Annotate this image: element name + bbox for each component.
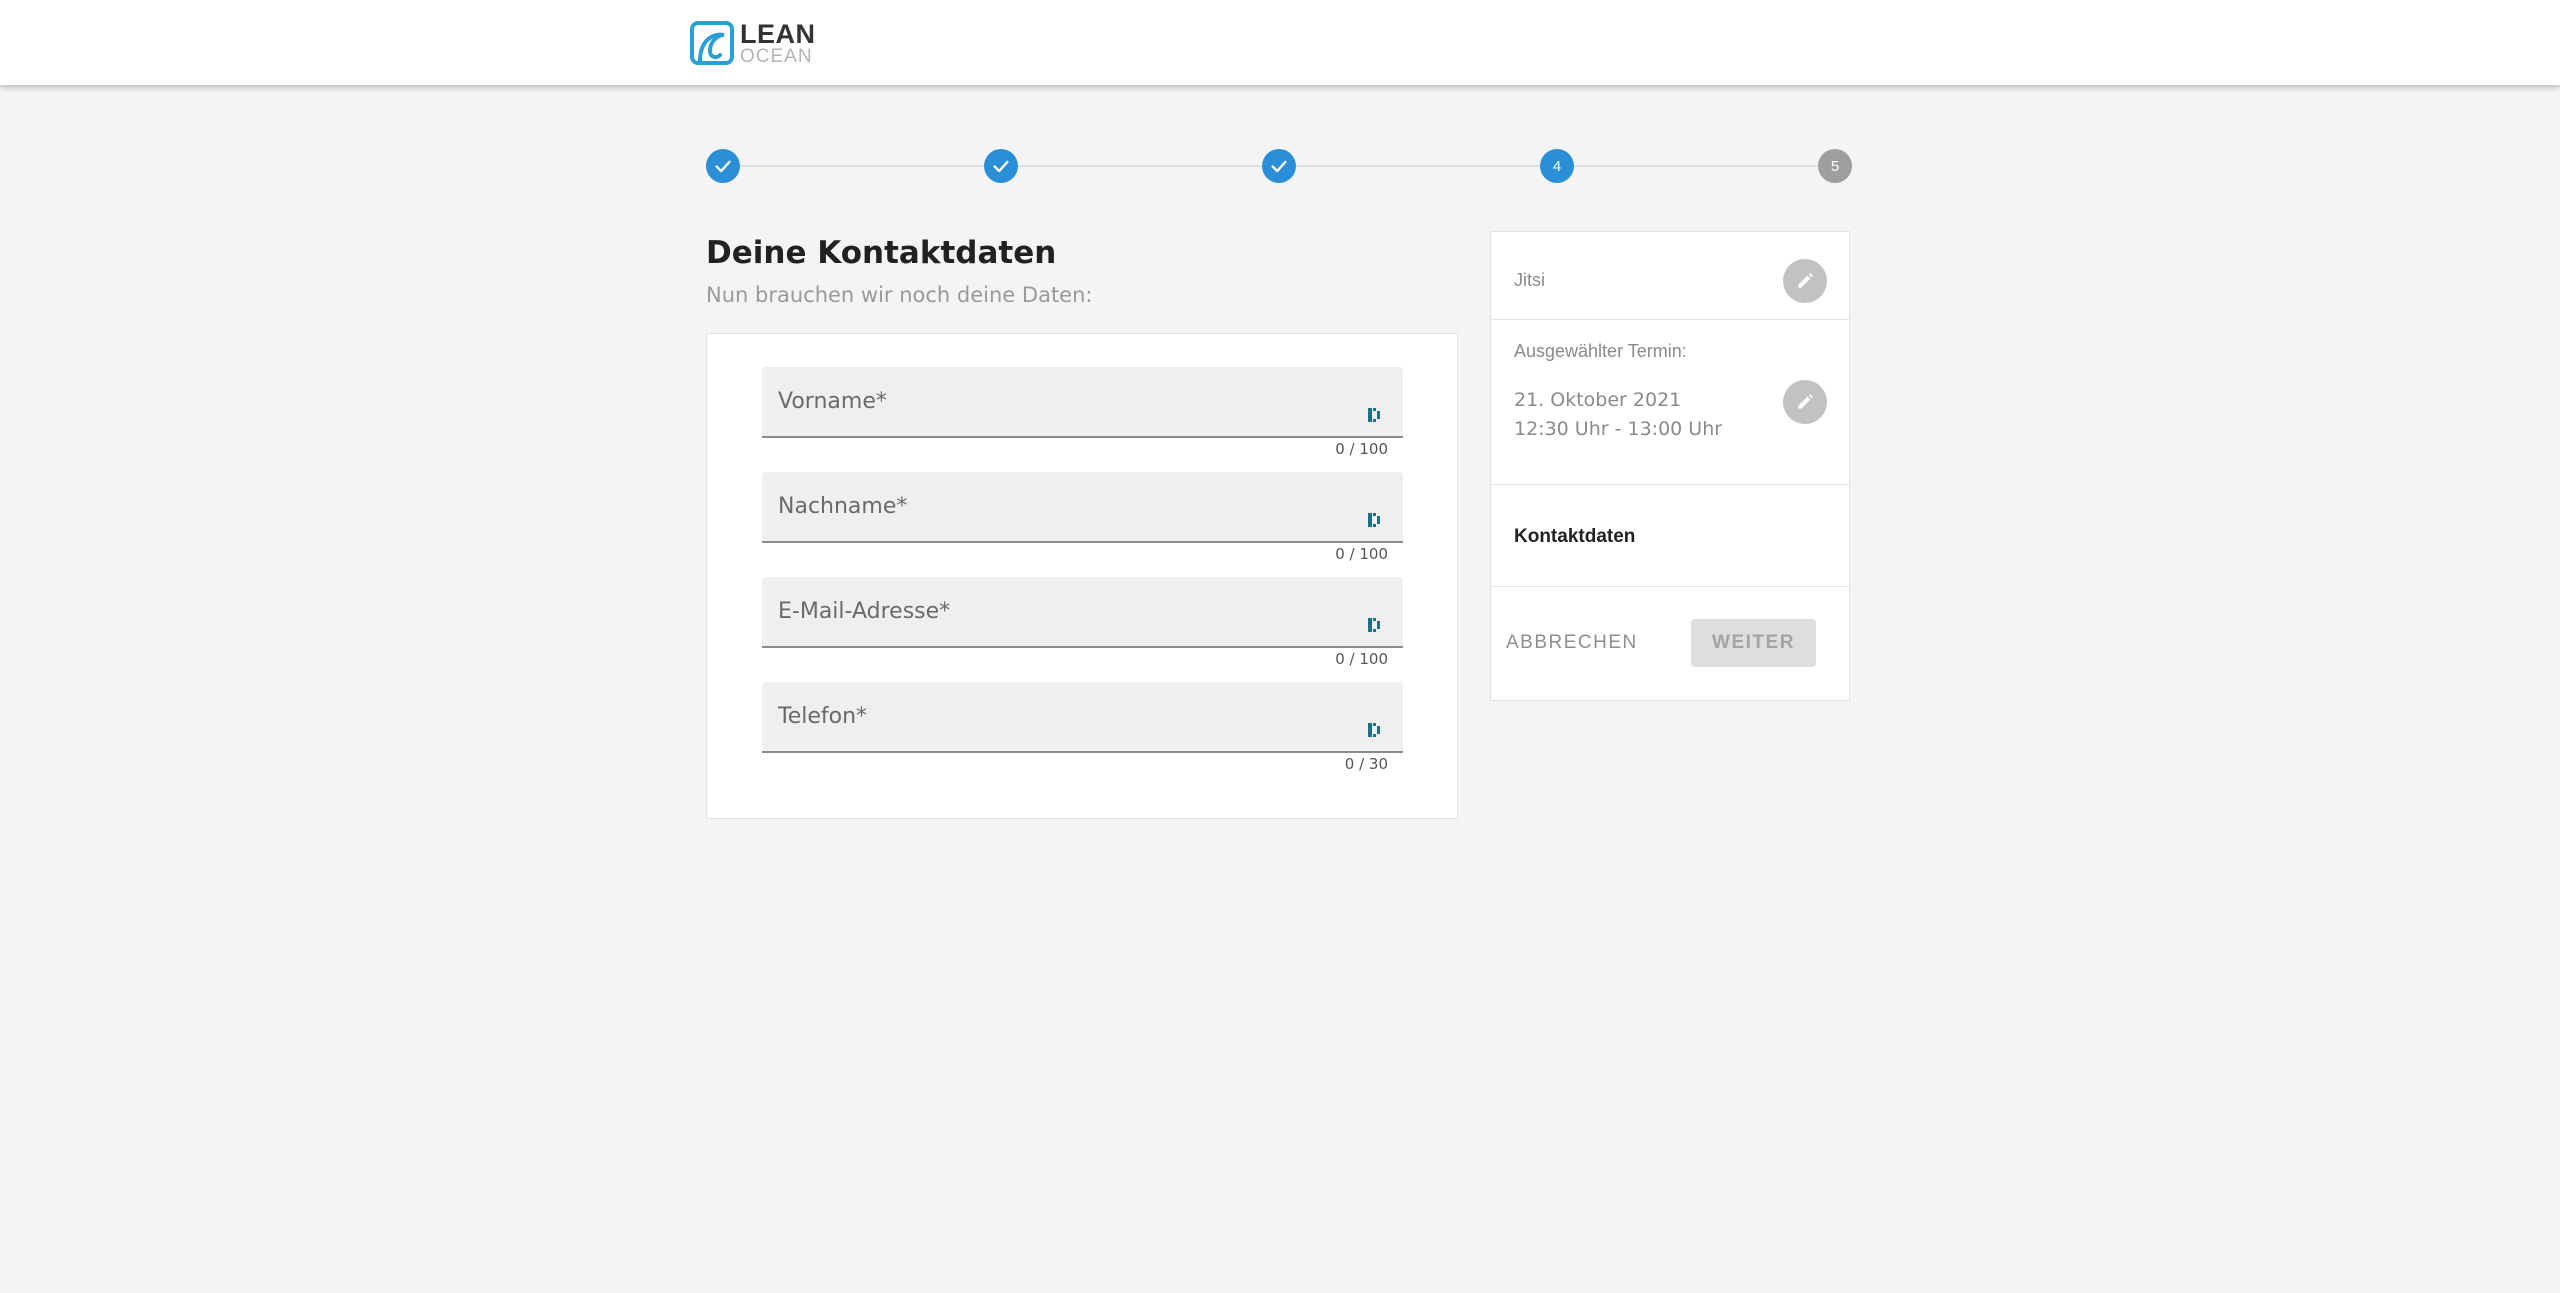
step-connector: [1574, 165, 1818, 167]
phone-field: Telefon* 0 / 30: [762, 682, 1403, 773]
appointment-date: 21. Oktober 2021: [1514, 389, 1682, 411]
booking-summary-card: Jitsi Ausgewählter Termin: 21. Oktober 2…: [1490, 231, 1850, 701]
phone-label: Telefon*: [778, 704, 868, 729]
contact-form-card: Vorname* 0 / 100 Nachname* 0 / 100 E-Mai…: [706, 333, 1458, 819]
appointment-time: 12:30 Uhr - 13:00 Uhr: [1514, 418, 1723, 440]
summary-actions: ABBRECHEN WEITER: [1491, 587, 1849, 701]
checkmark-icon: [715, 160, 731, 173]
last-name-char-counter: 0 / 100: [1335, 545, 1388, 563]
wave-logo-icon: [690, 21, 734, 65]
page-title: Deine Kontaktdaten: [706, 235, 1057, 271]
checkmark-icon: [1271, 160, 1287, 173]
password-manager-icon[interactable]: [1367, 405, 1383, 425]
next-button[interactable]: WEITER: [1691, 619, 1816, 667]
pencil-icon: [1798, 273, 1813, 288]
top-bar: LEAN OCEAN: [0, 0, 2560, 85]
first-name-input[interactable]: Vorname*: [762, 367, 1403, 438]
logo-text-lean: LEAN: [740, 18, 816, 49]
step-number: 4: [1552, 157, 1562, 175]
step-4-active: 4: [1540, 149, 1574, 183]
step-3-completed[interactable]: [1262, 149, 1296, 183]
summary-appointment-section: Ausgewählter Termin: 21. Oktober 2021 12…: [1491, 320, 1849, 485]
step-2-completed[interactable]: [984, 149, 1018, 183]
page-subtitle: Nun brauchen wir noch deine Daten:: [706, 283, 1093, 307]
step-connector: [740, 165, 984, 167]
email-field: E-Mail-Adresse* 0 / 100: [762, 577, 1403, 668]
phone-input[interactable]: Telefon*: [762, 682, 1403, 753]
summary-tool-section: Jitsi: [1491, 232, 1849, 320]
summary-current-step-section: Kontaktdaten: [1491, 485, 1849, 587]
lean-ocean-logo[interactable]: LEAN OCEAN: [690, 20, 816, 66]
email-input[interactable]: E-Mail-Adresse*: [762, 577, 1403, 648]
last-name-field: Nachname* 0 / 100: [762, 472, 1403, 563]
first-name-label: Vorname*: [778, 389, 887, 414]
first-name-field: Vorname* 0 / 100: [762, 367, 1403, 458]
edit-tool-button[interactable]: [1783, 259, 1827, 303]
step-1-completed[interactable]: [706, 149, 740, 183]
checkmark-icon: [993, 160, 1009, 173]
password-manager-icon[interactable]: [1367, 510, 1383, 530]
summary-tool-label: Jitsi: [1514, 270, 1545, 290]
phone-char-counter: 0 / 30: [1344, 755, 1388, 773]
cancel-button[interactable]: ABBRECHEN: [1506, 619, 1636, 667]
progress-stepper: 4 5: [706, 149, 1852, 183]
step-number: 5: [1830, 157, 1840, 175]
step-connector: [1018, 165, 1262, 167]
pencil-icon: [1798, 394, 1813, 409]
step-connector: [1296, 165, 1540, 167]
step-5-pending: 5: [1818, 149, 1852, 183]
appointment-heading: Ausgewählter Termin:: [1514, 341, 1687, 361]
email-char-counter: 0 / 100: [1335, 650, 1388, 668]
password-manager-icon[interactable]: [1367, 720, 1383, 740]
edit-appointment-button[interactable]: [1783, 380, 1827, 424]
password-manager-icon[interactable]: [1367, 615, 1383, 635]
current-step-label: Kontaktdaten: [1514, 526, 1636, 547]
first-name-char-counter: 0 / 100: [1335, 440, 1388, 458]
email-label: E-Mail-Adresse*: [778, 599, 951, 624]
last-name-input[interactable]: Nachname*: [762, 472, 1403, 543]
last-name-label: Nachname*: [778, 494, 908, 519]
logo-text-ocean: OCEAN: [740, 45, 813, 67]
